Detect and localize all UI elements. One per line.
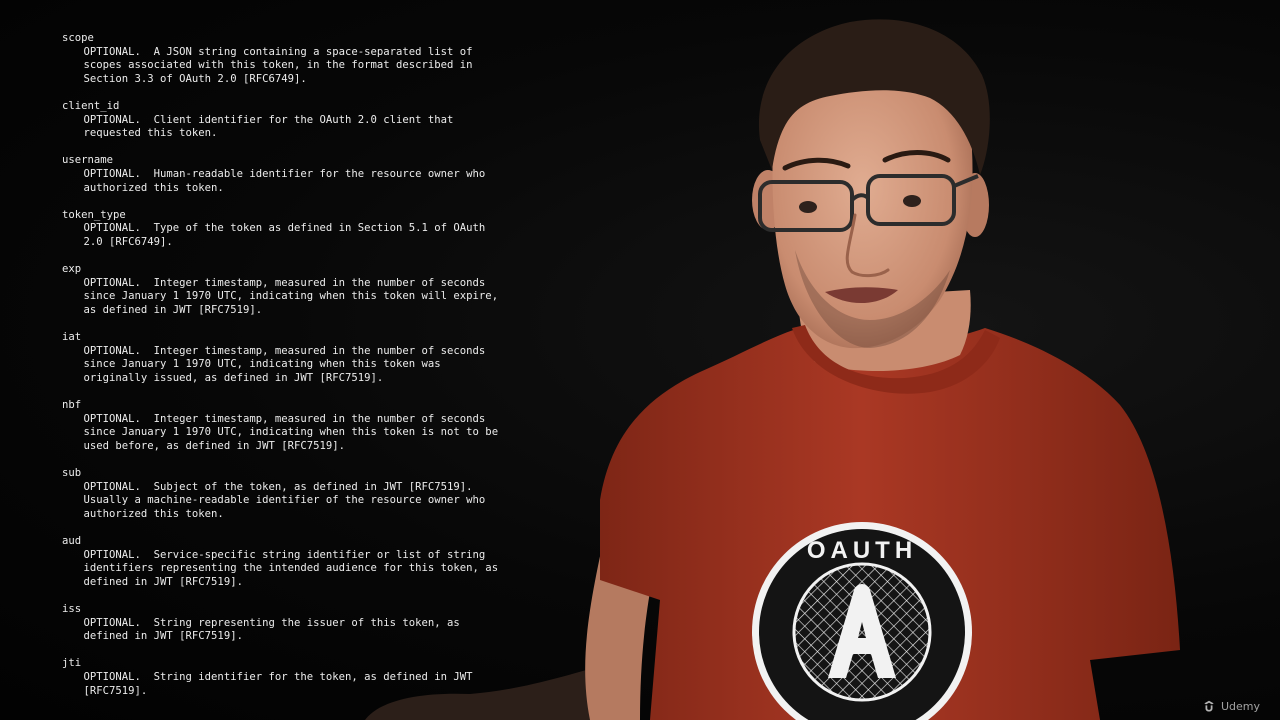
oauth-logo-top-text: OAUTH (807, 537, 917, 564)
watermark-brand: Udemy (1220, 699, 1260, 713)
udemy-logo-icon (1204, 700, 1214, 712)
video-frame: scope OPTIONAL. A JSON string containing … (0, 0, 1280, 720)
presenter-illustration: OAUTH OAUTH (365, 19, 1180, 720)
udemy-watermark: Udemy (1202, 699, 1260, 713)
